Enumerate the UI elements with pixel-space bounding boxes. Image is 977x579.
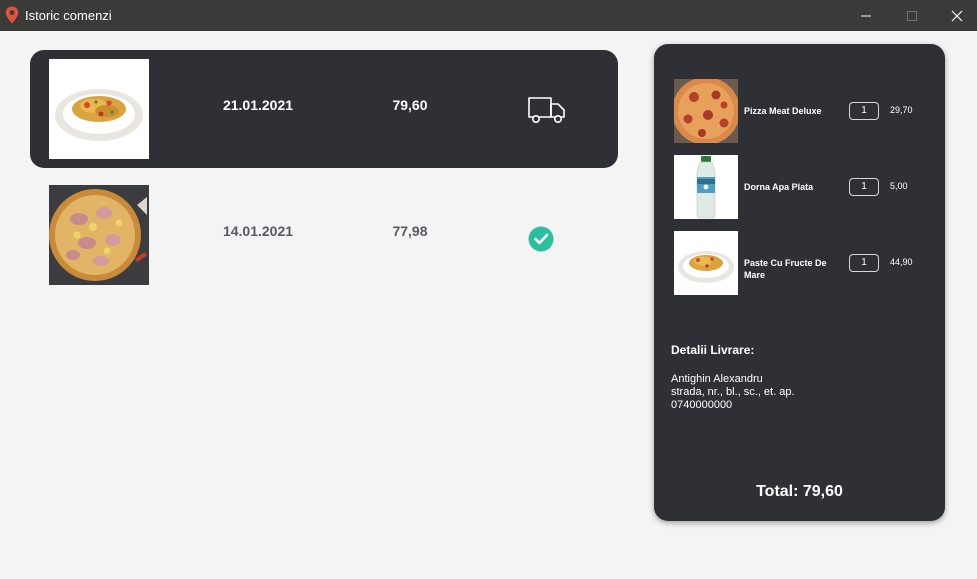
window-titlebar: Istoric comenzi [0,0,977,31]
item-price: 5,00 [890,181,908,191]
close-button[interactable] [934,0,977,31]
pasta-image [49,59,149,159]
delivery-details-title: Detalii Livrare: [671,343,755,357]
minimize-icon [861,15,871,16]
delivery-address: strada, nr., bl., sc., et. ap. [671,386,795,398]
water-bottle-image [674,155,738,219]
order-date: 21.01.2021 [222,97,294,113]
check-circle-icon [528,226,554,252]
item-price: 44,90 [890,257,913,267]
order-row[interactable]: 21.01.2021 79,60 [30,50,618,168]
delivery-phone: 0740000000 [671,399,733,411]
pizza-image [49,185,149,285]
pasta-image [674,231,738,295]
delivery-name: Antighin Alexandru [671,373,763,385]
item-quantity: 1 [849,102,879,120]
order-details-panel: Pizza Meat Deluxe 1 29,70 Dorna Apa Plat… [654,44,945,521]
item-name: Dorna Apa Plata [744,182,814,192]
order-item: Pizza Meat Deluxe 1 29,70 [674,79,934,143]
item-name: Pizza Meat Deluxe [744,106,822,116]
delivery-truck-icon [528,97,565,123]
minimize-button[interactable] [843,0,889,31]
maximize-button[interactable] [889,0,935,31]
window-title: Istoric comenzi [25,8,112,23]
order-item: Dorna Apa Plata 1 5,00 [674,155,934,219]
close-icon [951,10,963,21]
order-date: 14.01.2021 [222,223,294,239]
order-price: 79,60 [392,97,428,113]
item-quantity: 1 [849,178,879,196]
order-item: Paste Cu Fructe De Mare 1 44,90 [674,231,934,295]
order-price: 77,98 [392,223,428,239]
item-price: 29,70 [890,105,913,115]
item-name: Paste Cu Fructe De Mare [744,258,827,280]
item-quantity: 1 [849,254,879,272]
pizza-image [674,79,738,143]
location-pin-icon [5,6,19,24]
order-row[interactable]: 14.01.2021 77,98 [30,176,618,294]
order-total: Total: 79,60 [756,483,843,500]
maximize-icon [907,10,917,21]
